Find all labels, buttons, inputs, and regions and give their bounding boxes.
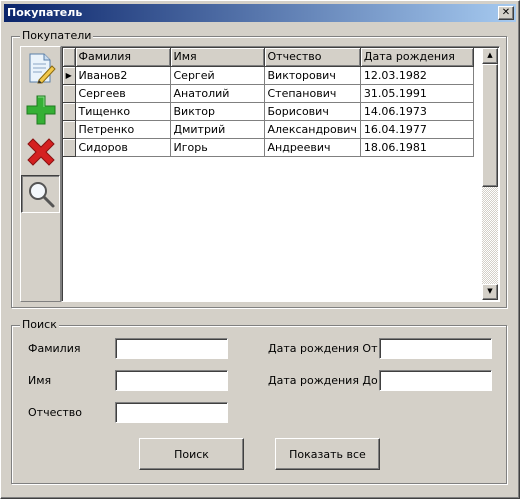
cell-patronymic[interactable]: Викторович <box>264 66 361 85</box>
cell-name[interactable]: Дмитрий <box>170 120 265 139</box>
table-row[interactable]: Сидоров Игорь Андреевич 18.06.1981 <box>63 138 474 157</box>
row-indicator <box>63 120 76 139</box>
header-indicator <box>63 48 76 67</box>
surname-field[interactable] <box>115 338 228 359</box>
edit-document-icon <box>29 53 56 84</box>
customers-table: Фамилия Имя Отчество Дата рождения ▶ Ива… <box>63 48 474 157</box>
search-group-legend: Поиск <box>20 318 59 331</box>
search-button[interactable]: Поиск <box>139 438 244 470</box>
cell-surname[interactable]: Сергеев <box>75 84 171 103</box>
cell-birthdate[interactable]: 31.05.1991 <box>360 84 474 103</box>
name-label: Имя <box>28 374 52 387</box>
table-row[interactable]: Сергеев Анатолий Степанович 31.05.1991 <box>63 84 474 103</box>
cell-patronymic[interactable]: Андреевич <box>264 138 361 157</box>
column-header-patronymic[interactable]: Отчество <box>264 48 361 67</box>
cell-name[interactable]: Виктор <box>170 102 265 121</box>
cell-patronymic[interactable]: Степанович <box>264 84 361 103</box>
birth-from-label: Дата рождения От <box>268 342 378 355</box>
cell-surname[interactable]: Сидоров <box>75 138 171 157</box>
cell-birthdate[interactable]: 18.06.1981 <box>360 138 474 157</box>
delete-button[interactable] <box>21 133 60 171</box>
customers-group-legend: Покупатели <box>20 29 94 42</box>
cell-patronymic[interactable]: Александрович <box>264 120 361 139</box>
table-row[interactable]: ▶ Иванов2 Сергей Викторович 12.03.1982 <box>63 66 474 85</box>
current-row-indicator-icon: ▶ <box>63 66 76 85</box>
cell-birthdate[interactable]: 12.03.1982 <box>360 66 474 85</box>
column-header-surname[interactable]: Фамилия <box>75 48 171 67</box>
cell-name[interactable]: Анатолий <box>170 84 265 103</box>
birth-to-field[interactable] <box>379 370 492 391</box>
scroll-down-icon[interactable]: ▼ <box>482 284 498 300</box>
row-indicator <box>63 84 76 103</box>
scroll-thumb[interactable] <box>482 64 498 187</box>
table-row[interactable]: Тищенко Виктор Борисович 14.06.1973 <box>63 102 474 121</box>
cell-birthdate[interactable]: 16.04.1977 <box>360 120 474 139</box>
birth-to-label: Дата рождения До <box>268 374 378 387</box>
delete-x-icon <box>26 138 55 166</box>
close-icon[interactable]: ✕ <box>498 6 514 20</box>
row-indicator <box>63 138 76 157</box>
customers-toolbar <box>20 46 61 302</box>
row-indicator <box>63 102 76 121</box>
add-button[interactable] <box>21 91 60 129</box>
search-toggle-button[interactable] <box>21 175 60 213</box>
cell-patronymic[interactable]: Борисович <box>264 102 361 121</box>
grid-vertical-scrollbar[interactable]: ▲ ▼ <box>482 48 498 300</box>
edit-button[interactable] <box>21 49 60 87</box>
scroll-up-icon[interactable]: ▲ <box>482 48 498 64</box>
table-row[interactable]: Петренко Дмитрий Александрович 16.04.197… <box>63 120 474 139</box>
customers-grid[interactable]: Фамилия Имя Отчество Дата рождения ▶ Ива… <box>61 46 500 302</box>
show-all-button[interactable]: Показать все <box>275 438 380 470</box>
birth-from-field[interactable] <box>379 338 492 359</box>
cell-surname[interactable]: Иванов2 <box>75 66 171 85</box>
magnifier-icon <box>28 182 54 208</box>
cell-surname[interactable]: Тищенко <box>75 102 171 121</box>
cell-name[interactable]: Сергей <box>170 66 265 85</box>
column-header-name[interactable]: Имя <box>170 48 265 67</box>
header-row: Фамилия Имя Отчество Дата рождения <box>63 48 474 67</box>
column-header-birthdate[interactable]: Дата рождения <box>360 48 474 67</box>
plus-icon <box>26 95 55 125</box>
name-field[interactable] <box>115 370 228 391</box>
patronymic-label: Отчество <box>28 406 83 419</box>
cell-surname[interactable]: Петренко <box>75 120 171 139</box>
window-title: Покупатель <box>7 6 83 19</box>
surname-label: Фамилия <box>28 342 81 355</box>
title-bar[interactable]: Покупатель ✕ <box>4 4 516 22</box>
patronymic-field[interactable] <box>115 402 228 423</box>
cell-birthdate[interactable]: 14.06.1973 <box>360 102 474 121</box>
cell-name[interactable]: Игорь <box>170 138 265 157</box>
